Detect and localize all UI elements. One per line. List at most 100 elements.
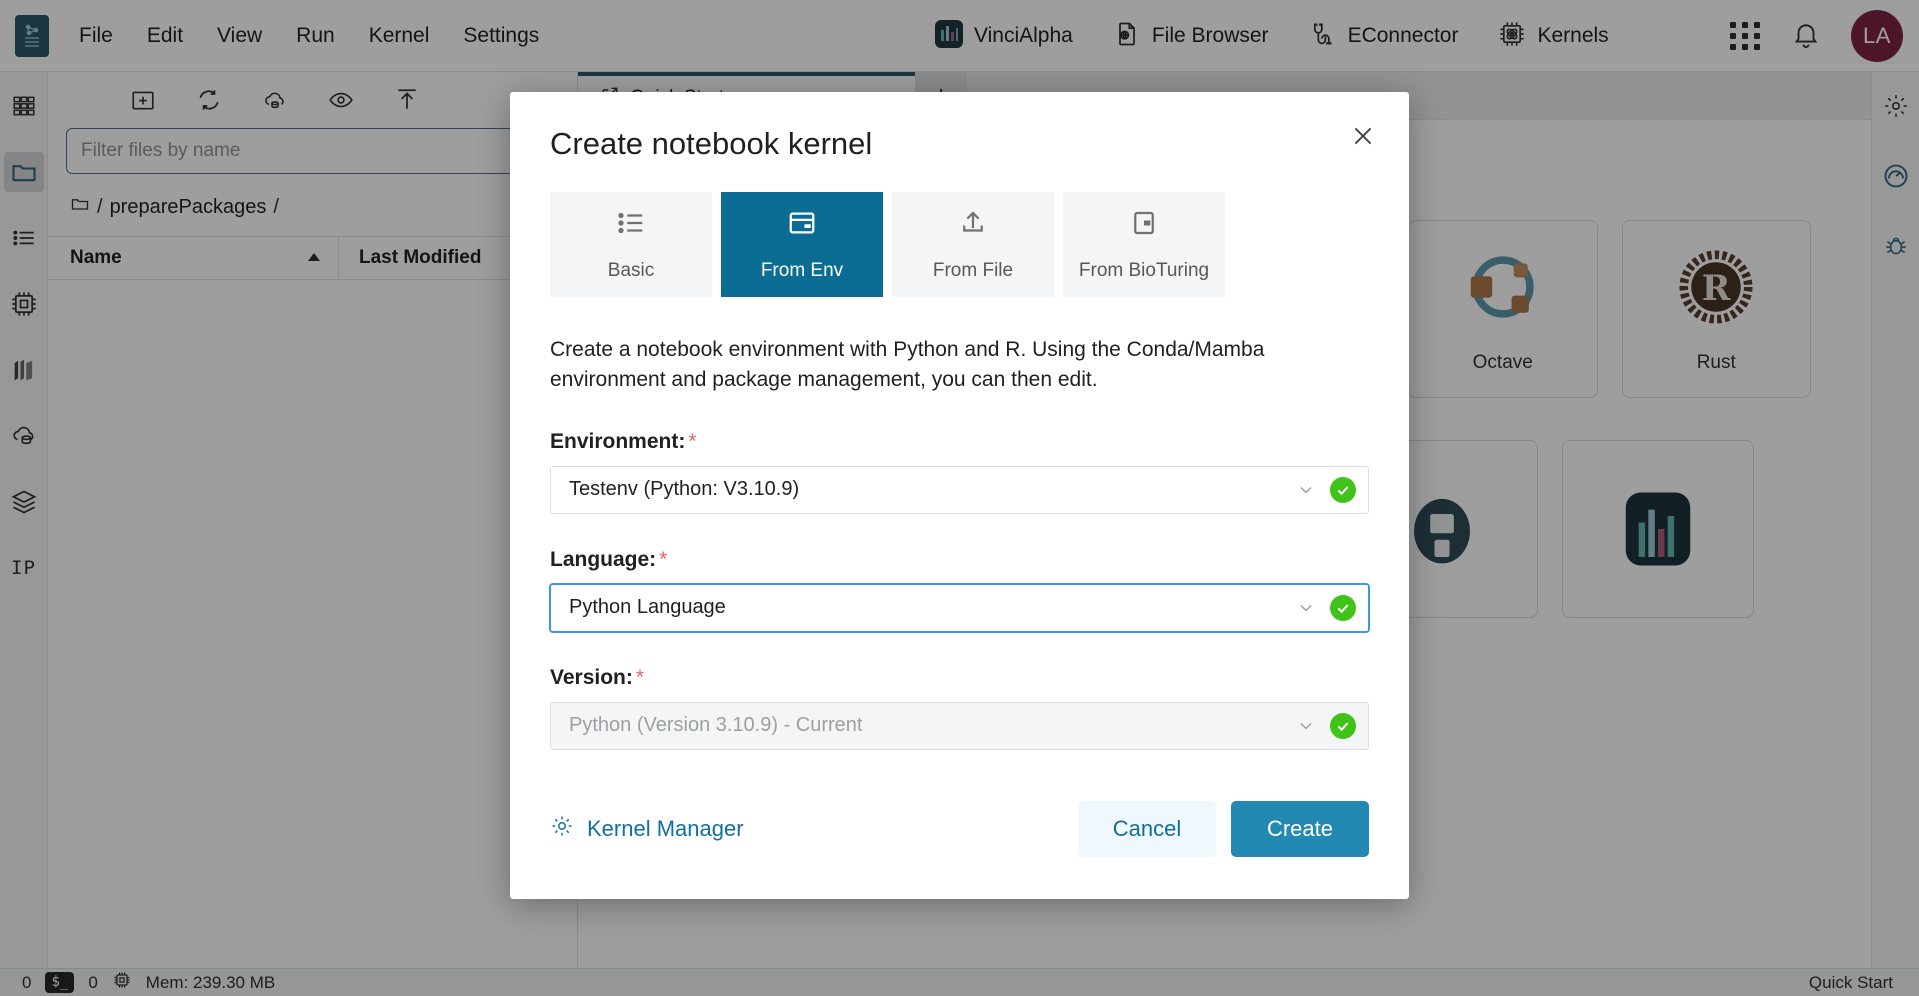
jupyter-book-icon <box>1414 498 1470 564</box>
top-menu-bar: File Edit View Run Kernel Settings Vinci… <box>0 0 1919 72</box>
shortcut-vincialpha[interactable]: VinciAlpha <box>935 19 1073 53</box>
upload-icon[interactable] <box>394 87 420 113</box>
sidebar-item-ip[interactable]: IP <box>4 548 44 588</box>
menu-items: File Edit View Run Kernel Settings <box>65 18 553 54</box>
breadcrumb-sep-1: / <box>97 195 103 218</box>
create-button[interactable]: Create <box>1231 801 1369 857</box>
sidebar-item-kernels[interactable] <box>4 284 44 324</box>
tab-from-env-label: From Env <box>760 259 844 281</box>
shortcut-kernels[interactable]: Kernels <box>1498 20 1609 53</box>
vincialpha-icon <box>935 19 963 53</box>
upload-icon <box>956 208 990 244</box>
sidebar-item-packages[interactable] <box>4 350 44 390</box>
sidebar-item-debugger[interactable] <box>1876 226 1916 266</box>
column-header-last-modified[interactable]: Last Modified <box>339 247 481 269</box>
file-list-header: Name Last Modified <box>48 236 577 280</box>
chevron-down-icon[interactable] <box>1296 480 1316 500</box>
ip-text-icon: IP <box>11 557 36 579</box>
menu-item-run[interactable]: Run <box>282 18 349 54</box>
svg-text:R: R <box>1702 269 1731 309</box>
right-icon-rail <box>1871 72 1919 968</box>
field-version-label: Version: * <box>550 666 1369 690</box>
check-circle-icon <box>1330 712 1356 739</box>
tab-from-env[interactable]: From Env <box>721 192 883 297</box>
sidebar-item-cloud-storage[interactable] <box>4 416 44 456</box>
language-select[interactable]: Python Language <box>550 583 1369 632</box>
sidebar-item-running[interactable] <box>4 218 44 258</box>
bioturing-icon <box>1127 208 1161 244</box>
menu-item-kernel[interactable]: Kernel <box>355 18 444 54</box>
sidebar-item-launcher[interactable] <box>4 86 44 126</box>
field-language-label-text: Language: <box>550 547 657 571</box>
tab-from-bioturing[interactable]: From BioTuring <box>1063 192 1225 297</box>
field-environment: Environment: * Testenv (Python: V3.10.9) <box>550 430 1369 514</box>
field-environment-label: Environment: * <box>550 430 1369 454</box>
launcher-card-rust-label: Rust <box>1696 352 1736 373</box>
search-input-box[interactable] <box>66 128 559 174</box>
notebook-logo-icon[interactable] <box>15 14 49 57</box>
menu-item-settings[interactable]: Settings <box>449 18 553 54</box>
folder-small-icon[interactable] <box>70 194 90 220</box>
menu-item-view[interactable]: View <box>203 18 276 54</box>
status-bar-context: Quick Start <box>1808 972 1893 992</box>
apps-grid-icon[interactable] <box>1730 22 1761 50</box>
breadcrumb-folder[interactable]: preparePackages <box>110 196 267 219</box>
environment-select-value: Testenv (Python: V3.10.9) <box>569 478 800 501</box>
sidebar-item-dashboard[interactable] <box>1876 156 1916 196</box>
cloud-upload-icon[interactable] <box>262 87 288 113</box>
octave-icon <box>1470 256 1534 318</box>
shortcut-econnector-label: EConnector <box>1347 24 1459 47</box>
version-select-value: Python (Version 3.10.9) - Current <box>569 714 863 737</box>
avatar[interactable]: LA <box>1851 10 1903 62</box>
column-header-name[interactable]: Name <box>48 247 338 269</box>
menu-item-edit[interactable]: Edit <box>133 18 197 54</box>
status-bar-left: 0 $_ 0 Mem: 239.30 MB <box>0 970 275 995</box>
top-right-controls: LA <box>1730 0 1903 72</box>
chevron-down-icon[interactable] <box>1296 598 1316 618</box>
launcher-row-1: Octave R Rust <box>1408 220 1811 398</box>
field-version-label-text: Version: <box>550 665 633 689</box>
tab-basic[interactable]: Basic <box>550 192 712 297</box>
field-language-label: Language: * <box>550 548 1369 572</box>
shortcut-file-browser[interactable]: File Browser <box>1113 20 1269 53</box>
version-select[interactable]: Python (Version 3.10.9) - Current <box>550 701 1369 750</box>
search-input[interactable] <box>81 140 520 162</box>
application-window: File Edit View Run Kernel Settings Vinci… <box>0 0 1919 996</box>
launcher-card-octave-label: Octave <box>1472 352 1533 373</box>
eye-icon[interactable] <box>328 87 354 113</box>
breadcrumb: / preparePackages / <box>48 174 577 236</box>
launcher-card-rust[interactable]: R Rust <box>1621 220 1811 398</box>
bell-icon[interactable] <box>1791 19 1821 54</box>
terminal-icon[interactable]: $_ <box>45 972 75 993</box>
refresh-icon[interactable] <box>196 87 222 113</box>
check-circle-icon <box>1330 476 1356 503</box>
rust-icon: R <box>1679 250 1753 324</box>
required-marker: * <box>635 665 645 689</box>
sidebar-item-layers[interactable] <box>4 482 44 522</box>
memory-usage: Mem: 239.30 MB <box>145 972 276 992</box>
launcher-card-octave[interactable]: Octave <box>1408 220 1598 398</box>
kernel-manager-link[interactable]: Kernel Manager <box>550 814 744 844</box>
launcher-card-vincialpha[interactable] <box>1562 440 1754 618</box>
check-circle-icon <box>1330 594 1356 621</box>
shortcut-econnector[interactable]: EConnector <box>1309 20 1459 53</box>
menu-item-file[interactable]: File <box>65 18 127 54</box>
chevron-down-icon[interactable] <box>1296 716 1316 736</box>
sidebar-item-settings[interactable] <box>1876 86 1916 126</box>
cancel-button[interactable]: Cancel <box>1078 801 1216 857</box>
vincialpha-icon <box>1625 492 1691 566</box>
dialog-footer: Kernel Manager Cancel Create <box>550 801 1369 857</box>
close-icon[interactable] <box>1345 118 1381 154</box>
column-header-name-label: Name <box>70 247 122 268</box>
file-browser-icon <box>1113 20 1141 53</box>
environment-select[interactable]: Testenv (Python: V3.10.9) <box>550 465 1369 514</box>
shortcut-file-browser-label: File Browser <box>1151 24 1269 47</box>
new-folder-icon[interactable] <box>130 87 156 113</box>
field-language: Language: * Python Language <box>550 548 1369 632</box>
tab-from-file[interactable]: From File <box>892 192 1054 297</box>
window-card-icon <box>785 208 819 244</box>
caret-up-icon[interactable] <box>306 247 322 269</box>
field-version: Version: * Python (Version 3.10.9) - Curr… <box>550 666 1369 750</box>
shortcut-vincialpha-label: VinciAlpha <box>974 24 1073 47</box>
sidebar-item-file-browser[interactable] <box>3 152 44 192</box>
